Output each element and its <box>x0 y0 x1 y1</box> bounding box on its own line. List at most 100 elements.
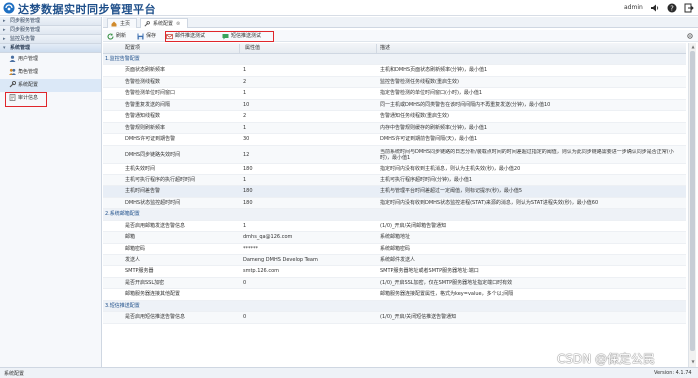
sidebar-group-monitor[interactable]: ▸ 监控及告警 <box>0 35 101 44</box>
config-description-cell: (1/0)_开启/关闭邮箱告警通知 <box>380 222 447 229</box>
table-row[interactable]: 告警重复发送的间隔 10 同一主机或DMHS的同类警告在该时间间隔内不再重复发送(分… <box>103 99 686 112</box>
config-value-cell[interactable]: 12 <box>243 146 249 164</box>
sidebar-group-system[interactable]: ▾ 系统管理 <box>0 44 101 53</box>
table-row[interactable]: 是否启用邮箱发送告警信息 1 (1/0)_开启/关闭邮箱告警通知 <box>103 221 686 233</box>
config-description-cell: 指定告警检测的单位时间窗口(小时)，最小值1 <box>380 90 483 97</box>
table-row[interactable]: 主机可执行程序的执行超时时间 1 主机可执行程序超时时间(分钟)，最小值1 <box>103 174 686 187</box>
close-icon[interactable]: ⊗ <box>176 21 180 27</box>
table-group-row[interactable]: 2.系统邮箱配置 <box>103 209 686 221</box>
config-value-cell[interactable]: 180 <box>243 164 253 175</box>
config-value-cell[interactable]: 2 <box>243 111 246 122</box>
config-value-cell[interactable]: 1 <box>243 88 246 99</box>
config-description-cell: DMHS许可证到期前告警间隔(天)，最小值1 <box>380 136 478 143</box>
chevron-right-icon: ▸ <box>3 36 6 42</box>
config-value-cell[interactable]: 10 <box>243 100 249 111</box>
table-row[interactable]: 页面状态刷新频率 1 主机和DMHS页面状态刷新频率(分钟)，最小值1 <box>103 65 686 77</box>
sidebar-item-users[interactable]: 用户管理 <box>0 53 101 66</box>
config-value-cell[interactable]: dmhs_qa@126.com <box>243 232 292 243</box>
user-name[interactable]: admin <box>624 4 643 11</box>
user-icon <box>9 55 16 62</box>
config-value-cell[interactable]: 0 <box>243 278 246 289</box>
table-row[interactable]: 告警检测单位时间窗口 1 指定告警检测的单位时间窗口(小时)，最小值1 <box>103 88 686 100</box>
app-title: 达梦数据实时同步管理平台 <box>18 4 156 16</box>
config-name-cell: 告警重复发送的间隔 <box>125 101 171 108</box>
settings-icon[interactable] <box>686 32 694 40</box>
table-row[interactable]: 是否开启SSL加密 0 (1/0)_开启SSL加密，仅在SMTP服务器地址指定端口时… <box>103 277 686 290</box>
sidebar-item-roles[interactable]: 角色管理 <box>0 66 101 79</box>
vertical-scrollbar[interactable]: ▲ ▼ <box>688 43 696 367</box>
config-icon <box>9 81 16 88</box>
config-value-cell[interactable]: smtp.126.com <box>243 266 279 277</box>
config-value-cell[interactable]: 1 <box>243 123 246 134</box>
table-row[interactable]: 告警通知线程数 2 告警通知任务线程数(重启生效) <box>103 111 686 123</box>
config-value-cell[interactable]: 1 <box>243 221 246 232</box>
sidebar-item-label: 系统配置 <box>18 82 39 88</box>
top-header: 达梦数据实时同步管理平台 admin ? <box>0 0 698 16</box>
save-button[interactable]: 保存 <box>137 32 156 41</box>
config-description-cell: SMTP服务器地址或者SMTP服务器地址:端口 <box>380 268 479 275</box>
sound-icon[interactable] <box>650 3 660 13</box>
group-title: 1.监控告警配置 <box>105 56 140 62</box>
status-text: 系统配置 <box>4 371 25 377</box>
column-divider <box>239 44 240 53</box>
config-description-cell: 告警通知任务线程数(重启生效) <box>380 113 449 120</box>
config-name-cell: 告警检测线程数 <box>125 78 161 85</box>
column-header-description[interactable]: 描述 <box>378 43 390 54</box>
table-row[interactable]: 邮箱密码 ****** 系统邮箱密码 <box>103 244 686 255</box>
highlight-box <box>165 31 274 42</box>
config-value-cell[interactable]: 180 <box>243 198 253 209</box>
table-row[interactable]: 主机时间差告警 180 主机与管理平台时间差超过一定阈值，则标记提示(秒)，最小值5 <box>103 186 686 198</box>
tab-bar: 主页 系统配置 ⊗ <box>103 17 698 28</box>
table-row[interactable]: 告警规则刷新频率 1 内存中告警规则缓存的刷新频率(分钟)，最小值1 <box>103 122 686 135</box>
tab-system-config[interactable]: 系统配置 ⊗ <box>140 18 188 28</box>
watermark: CSDN @保定公民 <box>557 352 656 366</box>
config-value-cell[interactable]: 30 <box>243 134 249 145</box>
tab-label: 系统配置 <box>153 21 174 27</box>
role-icon <box>9 68 16 75</box>
config-name-cell: 邮箱 <box>125 234 136 241</box>
config-value-cell[interactable]: 1 <box>243 175 246 186</box>
logout-icon[interactable] <box>684 3 694 13</box>
sidebar-item-label: 角色管理 <box>18 69 39 75</box>
table-row[interactable]: SMTP服务器 smtp.126.com SMTP服务器地址或者SMTP服务器地址:… <box>103 266 686 278</box>
config-value-cell[interactable]: 0 <box>243 312 246 323</box>
column-divider <box>376 44 377 53</box>
config-value-cell[interactable]: 180 <box>243 186 253 197</box>
table-row[interactable]: 发送人 Dameng DMHS Develop Team 系统邮件发送人 <box>103 255 686 267</box>
config-value-cell[interactable]: Dameng DMHS Develop Team <box>243 255 318 266</box>
table-group-row[interactable]: 3.短信推送配置 <box>103 300 686 313</box>
logo-icon <box>3 2 15 14</box>
table-row[interactable]: 主机失效时间 180 指定时间内没有收到主机消息，则认为主机失效(秒)，最小值20 <box>103 164 686 175</box>
chevron-right-icon: ▸ <box>3 18 6 24</box>
config-name-cell: 告警检测单位时间窗口 <box>125 90 176 97</box>
config-value-cell[interactable]: 1 <box>243 65 246 76</box>
scroll-up-icon[interactable]: ▲ <box>690 44 696 50</box>
sidebar-group-sync-service-1[interactable]: ▸ 同步服务管理 <box>0 17 101 26</box>
config-name-cell: 主机可执行程序的执行超时时间 <box>125 176 196 183</box>
table-row[interactable]: 邮箱 dmhs_qa@126.com 系统邮箱地址 <box>103 232 686 244</box>
scrollbar-thumb[interactable] <box>690 51 695 351</box>
column-header-value[interactable]: 属性值 <box>243 43 260 54</box>
config-description-cell: 邮箱服务器连接配置属性，格式为key=value，多个以;间隔 <box>380 291 514 298</box>
table-group-row[interactable]: 1.监控告警配置 <box>103 54 686 66</box>
config-value-cell[interactable]: ****** <box>243 244 258 255</box>
sidebar-group-label: 同步服务管理 <box>10 27 41 33</box>
config-value-cell[interactable]: 2 <box>243 77 246 88</box>
sidebar-group-label: 同步服务管理 <box>10 18 41 24</box>
table-row[interactable]: 告警检测线程数 2 监控告警检测任务线程数(重启生效) <box>103 76 686 89</box>
version-label: Version: 4.1.74 <box>654 370 692 376</box>
table-row[interactable]: DMHS同步链路失效时间 12 当前系统时间与DMHS同步链路的日志分析/装载点时间… <box>103 145 686 164</box>
scroll-down-icon[interactable]: ▼ <box>690 359 696 365</box>
refresh-button[interactable]: 刷新 <box>107 32 126 41</box>
table-row[interactable]: DMHS状态监控超时时间 180 指定时间内没有收到DMHS状态监控进程(STAT)… <box>103 197 686 210</box>
refresh-icon <box>107 33 114 40</box>
column-header-name[interactable]: 配置项 <box>123 43 140 54</box>
table-row[interactable]: 邮箱服务器连接其他配置 邮箱服务器连接配置属性，格式为key=value，多个以;… <box>103 289 686 301</box>
tab-home[interactable]: 主页 <box>107 18 137 28</box>
table-row[interactable]: DMHS许可证到期告警 30 DMHS许可证到期前告警间隔(天)，最小值1 <box>103 134 686 146</box>
sidebar-item-system-config[interactable]: 系统配置 <box>0 79 101 92</box>
help-icon[interactable]: ? <box>667 3 677 13</box>
table-row[interactable]: 是否启用短信推送告警信息 0 (1/0)_开启/关闭短信推送告警通知 <box>103 312 686 324</box>
config-icon <box>144 21 150 27</box>
sidebar-group-sync-service-2[interactable]: ▸ 同步服务管理 <box>0 26 101 35</box>
